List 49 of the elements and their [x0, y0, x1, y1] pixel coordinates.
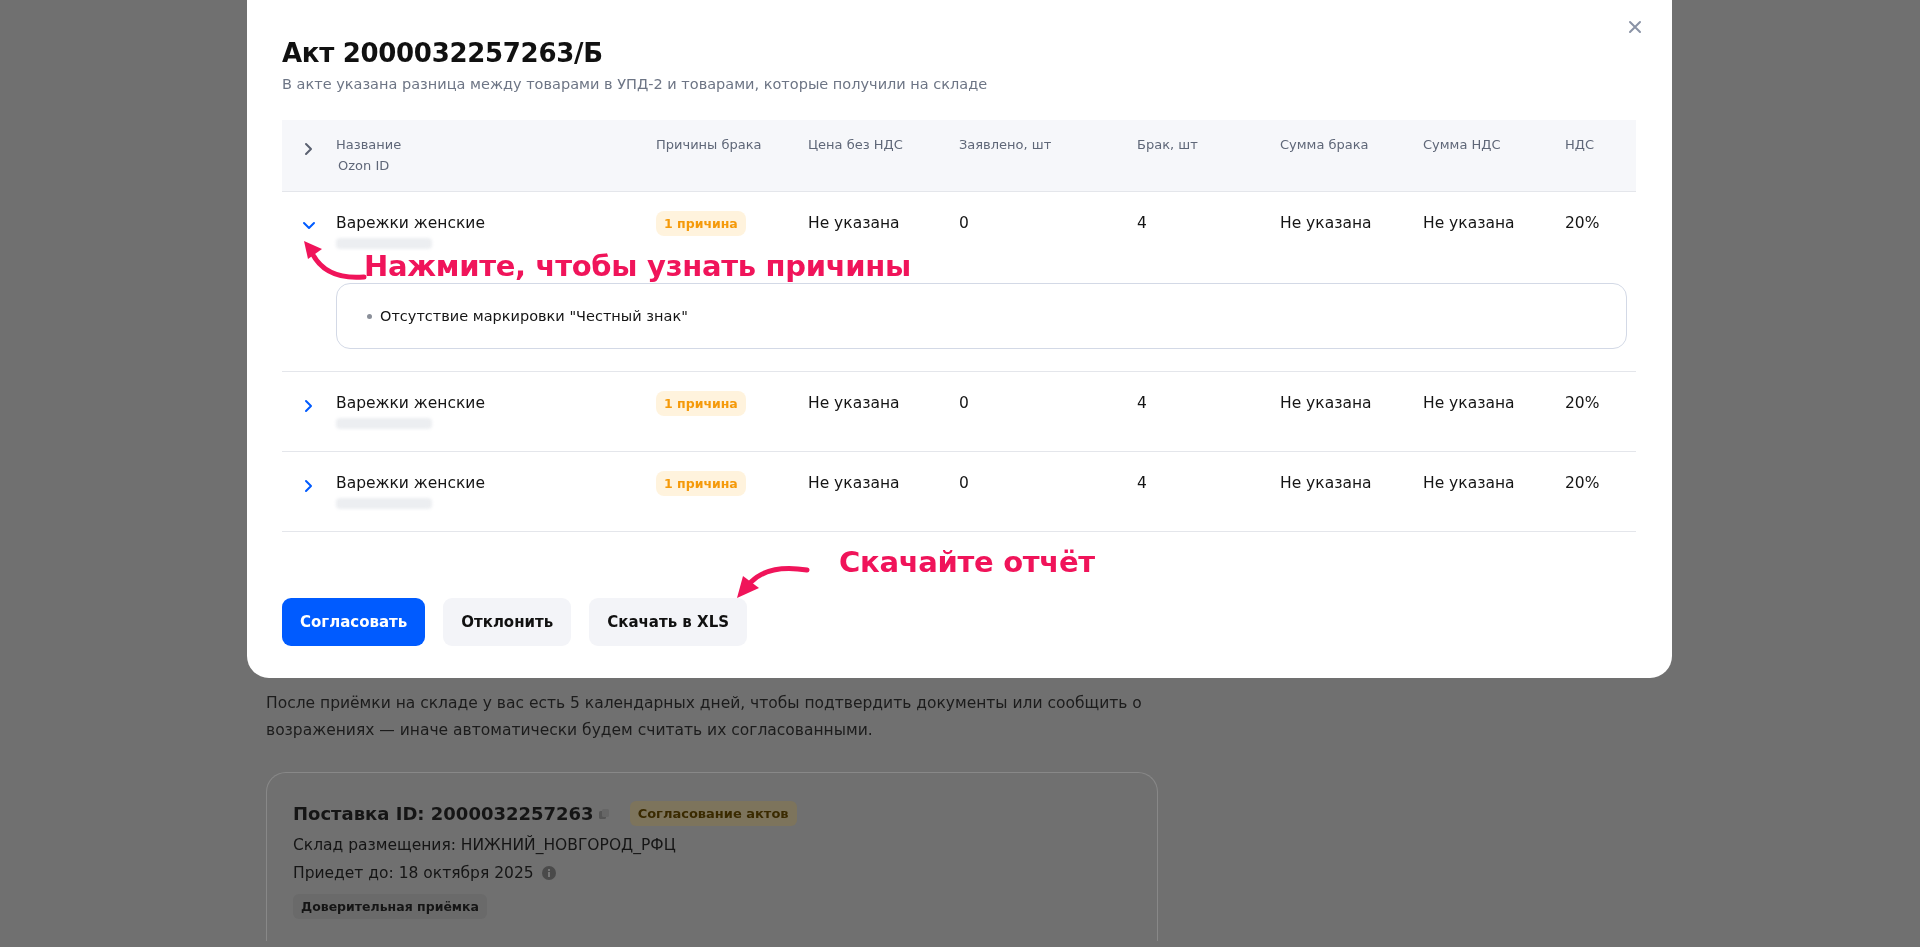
table-cell: Не указана	[1423, 394, 1515, 412]
reason-count-badge: 1 причина	[656, 471, 746, 496]
product-name: Варежки женские	[336, 214, 486, 232]
column-header: НДС	[1565, 137, 1595, 152]
table-cell: Не указана	[1423, 474, 1515, 492]
reason-count-badge: 1 причина	[656, 391, 746, 416]
table-cell: 20%	[1565, 214, 1600, 232]
supply-title: Поставка ID: 2000032257263	[293, 803, 594, 824]
table-cell: Не указана	[1280, 394, 1372, 412]
reason-count-badge: 1 причина	[656, 211, 746, 236]
dialog-title: Акт 2000032257263/Б	[282, 38, 604, 68]
column-header: Название	[336, 137, 403, 152]
table-cell: Не указана	[1280, 474, 1372, 492]
column-header: Цена без НДС	[808, 137, 904, 152]
status-badge: Согласование актов	[629, 801, 797, 826]
close-icon[interactable]	[1628, 20, 1642, 34]
table-cell: 0	[959, 214, 969, 232]
arrival-text: Приедет до: 18 октября 2025	[293, 864, 534, 882]
column-header: Брак, шт	[1137, 137, 1199, 152]
dialog-subtitle: В акте указана разница между товарами в УПД-2 и товарами, которые получили на складе	[282, 76, 989, 92]
notice-text: После приёмки на складе у вас есть 5 календарных дней, чтобы подтвердить документы или сообщить о возражениях — иначе автоматически будем считать их согласованными.	[266, 693, 1143, 741]
annotation-text: Нажмите, чтобы узнать причины	[364, 252, 912, 281]
warehouse-text: Склад размещения: НИЖНИЙ_НОВГОРОД_РФЦ	[293, 836, 677, 854]
table-cell: 4	[1137, 474, 1147, 492]
table-cell: 4	[1137, 394, 1147, 412]
product-name: Варежки женские	[336, 394, 486, 412]
bullet-icon	[367, 313, 372, 319]
table-cell: Не указана	[1280, 214, 1372, 232]
column-header: Причины брака	[656, 137, 763, 152]
table-cell: Не указана	[808, 474, 900, 492]
table-cell: 0	[959, 474, 969, 492]
table-cell: 0	[959, 394, 969, 412]
column-header: Сумма брака	[1280, 137, 1370, 152]
table-cell: 20%	[1565, 474, 1600, 492]
table-cell: Не указана	[808, 214, 900, 232]
action-button[interactable]: Согласовать	[282, 598, 426, 646]
table-cell: 4	[1137, 214, 1147, 232]
product-name: Варежки женские	[336, 474, 486, 492]
acceptance-tag: Доверительная приёмка	[293, 894, 487, 919]
column-header: Заявлено, шт	[959, 137, 1053, 152]
column-subheader: Ozon ID	[337, 158, 391, 173]
table-cell: 20%	[1565, 394, 1600, 412]
action-button[interactable]: Отклонить	[443, 598, 572, 646]
reason-text: Отсутствие маркировки "Честный знак"	[380, 308, 688, 324]
table-cell: Не указана	[1423, 214, 1515, 232]
annotation-text: Скачайте отчёт	[839, 548, 1095, 577]
table-cell: Не указана	[808, 394, 900, 412]
action-button[interactable]: Скачать в XLS	[589, 598, 747, 646]
column-header: Сумма НДС	[1423, 137, 1502, 152]
